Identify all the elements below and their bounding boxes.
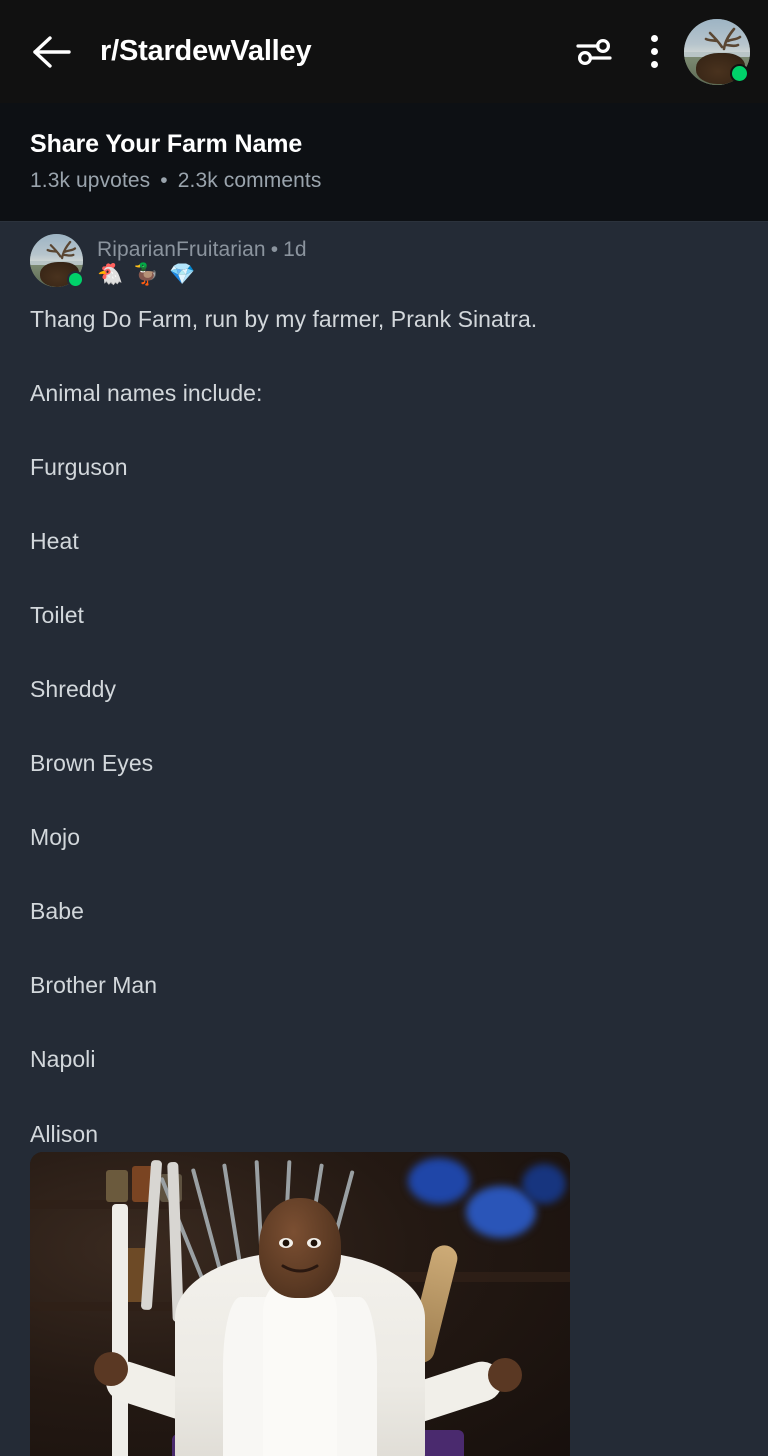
jar <box>106 1170 128 1202</box>
animal-name: Allison <box>30 1120 99 1147</box>
left-hand <box>94 1352 128 1386</box>
person-head <box>259 1198 341 1298</box>
comment-list-heading: Animal names include: <box>30 380 263 407</box>
sort-filter-icon <box>576 38 612 65</box>
comment-timestamp: 1d <box>283 238 307 261</box>
animal-name: Toilet <box>30 602 84 629</box>
blue-object <box>522 1164 566 1204</box>
online-status-indicator <box>730 63 749 83</box>
duck-icon: 🦆 <box>133 263 160 286</box>
jacket-lapel-right <box>333 1297 377 1456</box>
chicken-icon: 🐔 <box>97 263 124 286</box>
sort-filter-button[interactable] <box>564 22 624 82</box>
back-arrow-icon <box>33 35 71 68</box>
comment-attached-image[interactable] <box>30 1152 570 1456</box>
post-title: Share Your Farm Name <box>30 130 303 158</box>
more-vertical-icon <box>650 35 658 68</box>
comment-byline: RiparianFruitarian • 1d 🐔 🦆 💎 <box>97 234 307 285</box>
user-avatar-button[interactable] <box>684 18 750 85</box>
gem-icon: 💎 <box>169 263 196 286</box>
white-shirt <box>263 1277 337 1456</box>
post-stats: 1.3k upvotes • 2.3k comments <box>30 169 738 193</box>
online-status-indicator <box>67 271 84 288</box>
post-header[interactable]: Share Your Farm Name 1.3k upvotes • 2.3k c… <box>0 103 768 222</box>
more-options-button[interactable] <box>624 22 684 82</box>
comment-body: Thang Do Farm, run by my farmer, Prank S… <box>30 304 738 1224</box>
animal-name: Shreddy <box>30 676 117 703</box>
comment-intro-paragraph: Thang Do Farm, run by my farmer, Prank S… <box>30 306 538 332</box>
white-pole <box>112 1204 128 1456</box>
subreddit-title[interactable]: r/StardewValley <box>100 35 312 68</box>
comment-header: RiparianFruitarian • 1d 🐔 🦆 💎 <box>30 234 738 296</box>
animal-name: Mojo <box>30 824 81 851</box>
upvote-count: 1.3k upvotes <box>30 169 151 192</box>
comment-username[interactable]: RiparianFruitarian <box>97 238 266 261</box>
reddit-comment-screen: r/StardewValley Share Your Farm Name 1.3… <box>0 0 768 1456</box>
blue-object <box>408 1158 470 1204</box>
jacket-lapel-left <box>223 1297 267 1456</box>
right-hand <box>488 1358 522 1392</box>
comment-count: 2.3k comments <box>177 169 322 192</box>
comment-thread: RiparianFruitarian • 1d 🐔 🦆 💎 Thang Do Far… <box>0 222 768 1267</box>
back-button[interactable] <box>16 16 88 88</box>
face-features-icon <box>279 1238 321 1273</box>
byline-separator: • <box>270 238 279 261</box>
commenter-avatar-button[interactable] <box>30 234 84 288</box>
comment-userline: RiparianFruitarian • 1d <box>97 238 307 262</box>
comment-flair-badges: 🐔 🦆 💎 <box>97 264 307 285</box>
meta-separator: • <box>160 169 168 192</box>
animal-name: Brown Eyes <box>30 750 154 777</box>
animal-name: Napoli <box>30 1046 96 1073</box>
animal-name: Furguson <box>30 454 128 481</box>
app-bar: r/StardewValley <box>0 0 768 103</box>
animal-name: Babe <box>30 898 84 925</box>
animal-name: Heat <box>30 528 79 555</box>
animal-name: Brother Man <box>30 972 158 999</box>
